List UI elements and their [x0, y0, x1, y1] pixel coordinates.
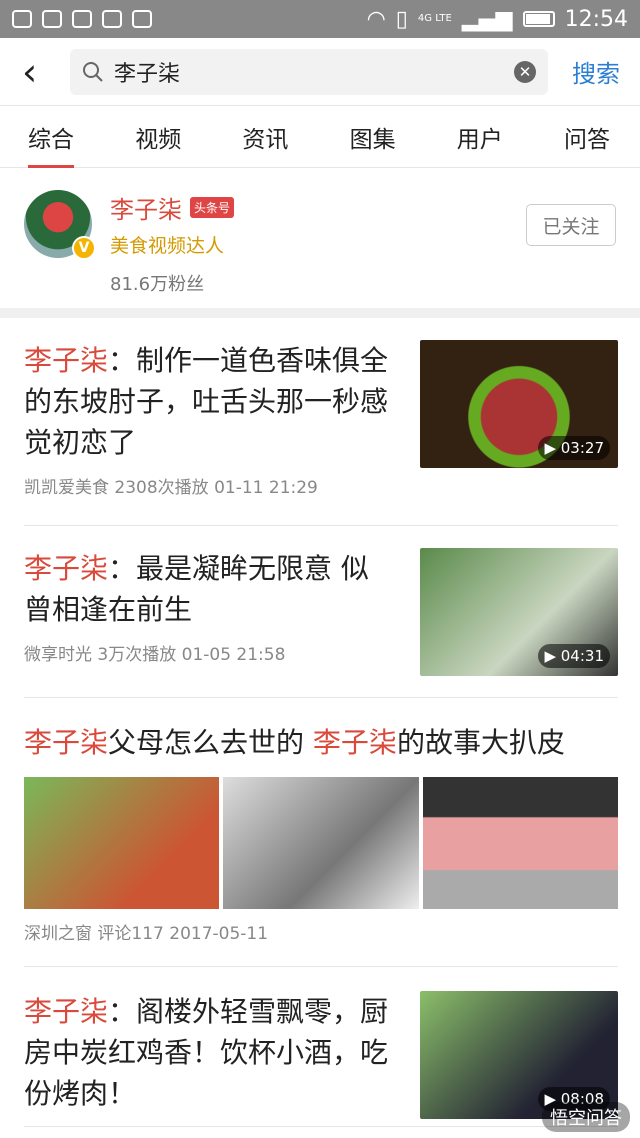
user-name[interactable]: 李子柒	[110, 190, 182, 225]
fans-count: 81.6万粉丝	[110, 274, 205, 295]
search-box: ✕	[70, 48, 548, 95]
tab-gallery[interactable]: 图集	[350, 106, 396, 168]
video-thumbnail[interactable]: ▶ 03:27	[420, 340, 618, 468]
chat-icon	[12, 10, 32, 28]
search-button[interactable]: 搜索	[572, 54, 620, 89]
item-meta: 微享时光 3万次播放 01-05 21:58	[24, 645, 286, 665]
gallery-image[interactable]	[223, 777, 419, 909]
network-type: 4G LTE	[417, 13, 452, 24]
sim-icon: ▯	[395, 6, 408, 32]
duration-label: ▶ 04:31	[538, 644, 610, 668]
list-item[interactable]: 李子柒：阁楼外轻雪飘零，厨房中炭红鸡香！饮杯小酒，吃份烤肉！ ▶ 08:08	[24, 967, 618, 1127]
user-desc: 美食视频达人	[110, 235, 225, 257]
duration-label: ▶ 03:27	[538, 436, 610, 460]
item-title: 父母怎么去世的	[108, 726, 313, 759]
gallery-image[interactable]	[24, 777, 220, 909]
battery-icon	[522, 11, 555, 27]
tab-news[interactable]: 资讯	[242, 106, 288, 168]
result-list: 李子柒：制作一道色香味俱全的东坡肘子，吐舌头那一秒感觉初恋了 凯凯爱美食 230…	[0, 318, 640, 1127]
status-bar: ◠ ▯ 4G LTE ▂▄▆ 12:54	[0, 0, 640, 38]
tab-qa[interactable]: 问答	[564, 106, 610, 168]
list-item[interactable]: 李子柒：制作一道色香味俱全的东坡肘子，吐舌头那一秒感觉初恋了 凯凯爱美食 230…	[24, 318, 618, 526]
tab-users[interactable]: 用户	[457, 106, 503, 168]
search-icon	[83, 61, 103, 82]
avatar[interactable]: V	[24, 190, 96, 260]
item-title: 的故事大扒皮	[396, 726, 565, 759]
item-meta: 凯凯爱美食 2308次播放 01-11 21:29	[24, 478, 318, 498]
keyword-highlight: 李子柒	[312, 726, 397, 759]
calendar-icon	[132, 10, 152, 28]
signal-icon: ▂▄▆	[461, 6, 513, 32]
follow-button[interactable]: 已关注	[526, 204, 616, 246]
clear-icon[interactable]: ✕	[514, 60, 536, 83]
image-icon	[102, 10, 122, 28]
video-thumbnail[interactable]: ▶ 08:08	[420, 991, 618, 1119]
keyword-highlight: 李子柒	[24, 344, 109, 377]
tab-bar: 综合 视频 资讯 图集 用户 问答	[0, 106, 640, 168]
watermark: 悟空问答	[542, 1102, 630, 1132]
list-item[interactable]: 李子柒父母怎么去世的 李子柒的故事大扒皮 深圳之窗 评论117 2017-05-…	[24, 698, 618, 967]
account-badge: 头条号	[190, 197, 235, 218]
wifi-icon: ◠	[366, 6, 386, 32]
back-button[interactable]: ‹	[22, 53, 62, 91]
clock: 12:54	[564, 6, 628, 32]
keyword-highlight: 李子柒	[24, 995, 109, 1028]
tab-all[interactable]: 综合	[28, 106, 74, 168]
keyword-highlight: 李子柒	[24, 552, 109, 585]
notification-icons	[12, 10, 152, 28]
verified-icon: V	[72, 236, 96, 260]
keyword-highlight: 李子柒	[24, 726, 109, 759]
video-thumbnail[interactable]: ▶ 04:31	[420, 548, 618, 676]
search-bar: ‹ ✕ 搜索	[0, 38, 640, 106]
user-card[interactable]: V 李子柒 头条号 美食视频达人 81.6万粉丝 已关注	[0, 168, 640, 318]
list-item[interactable]: 李子柒：最是凝眸无限意 似曾相逢在前生 微享时光 3万次播放 01-05 21:…	[24, 526, 618, 698]
gallery-image[interactable]	[422, 777, 618, 909]
item-meta: 深圳之窗 评论117 2017-05-11	[24, 924, 269, 944]
tab-video[interactable]: 视频	[135, 106, 181, 168]
shield-icon	[72, 10, 92, 28]
search-input[interactable]	[114, 59, 514, 84]
weibo-icon	[42, 10, 62, 28]
